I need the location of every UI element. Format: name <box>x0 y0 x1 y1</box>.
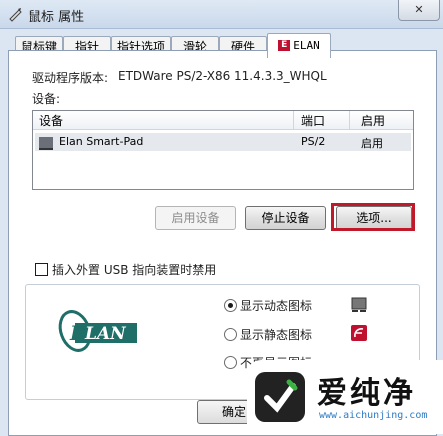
disable-usb-label[interactable]: 插入外置 USB 指向装置时禁用 <box>52 261 216 278</box>
watermark-url: www.aichunjing.com <box>319 410 428 421</box>
watermark-text: 爱纯净 <box>317 376 416 411</box>
radio-static-icon[interactable] <box>224 328 237 341</box>
animated-icon-label[interactable]: 显示动态图标 <box>240 297 312 314</box>
driver-version-value: ETDWare PS/2-X86 11.4.3.3_WHQL <box>118 69 327 83</box>
enable-device-button[interactable]: 启用设备 <box>155 206 236 230</box>
table-row[interactable]: Elan Smart-Pad PS/2 启用 <box>35 133 411 151</box>
radio-selected-dot <box>228 303 233 308</box>
elan-tab-icon: E <box>278 40 291 51</box>
device-list-header: 设备 端口 启用 <box>33 111 413 130</box>
device-port: PS/2 <box>301 135 326 148</box>
stop-device-button[interactable]: 停止设备 <box>245 206 326 230</box>
column-divider[interactable] <box>293 111 294 129</box>
close-button[interactable]: ✕ <box>398 0 440 21</box>
device-enabled: 启用 <box>361 137 383 150</box>
title-bar: 鼠标 属性 ✕ <box>0 0 443 29</box>
column-divider[interactable] <box>349 111 350 129</box>
driver-version-label: 驱动程序版本: <box>32 71 109 85</box>
radio-animated-icon[interactable] <box>224 299 237 312</box>
watermark-logo-icon <box>255 372 305 422</box>
column-device[interactable]: 设备 <box>39 112 63 129</box>
devices-label: 设备: <box>32 92 61 106</box>
column-enabled[interactable]: 启用 <box>361 112 385 129</box>
elan-static-icon <box>351 325 367 341</box>
elan-logo-icon: E LAN <box>58 310 137 352</box>
mouse-icon <box>9 8 22 22</box>
device-name: Elan Smart-Pad <box>59 135 144 148</box>
options-highlight-box <box>331 203 415 231</box>
static-icon-label[interactable]: 显示静态图标 <box>240 326 312 343</box>
elan-logo-initial: E <box>69 321 86 345</box>
window-title: 鼠标 属性 <box>28 10 85 25</box>
tab-elan[interactable]: E ELAN <box>267 33 331 58</box>
tab-elan-label: ELAN <box>293 39 320 52</box>
elan-logo-text: LAN <box>84 324 127 344</box>
radio-no-icon[interactable] <box>224 356 237 369</box>
watermark-overlay: 爱纯净 www.aichunjing.com <box>247 360 443 434</box>
column-port[interactable]: 端口 <box>301 112 325 129</box>
animated-touchpad-icon <box>351 297 367 312</box>
device-list[interactable]: 设备 端口 启用 Elan Smart-Pad PS/2 启用 <box>32 110 414 190</box>
check-icon <box>264 379 298 413</box>
touchpad-icon <box>39 137 53 150</box>
disable-usb-checkbox[interactable] <box>35 263 48 276</box>
